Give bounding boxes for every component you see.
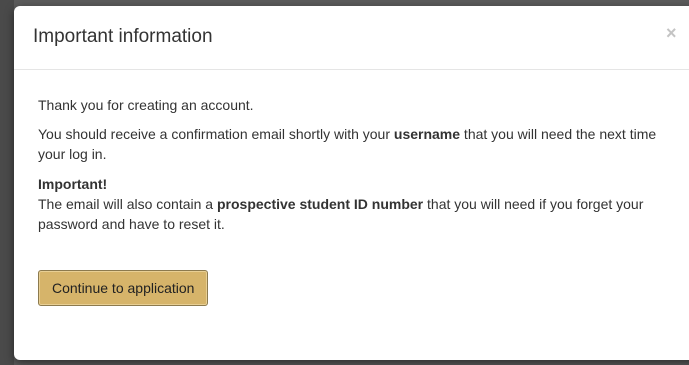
background-page-edge [0,0,14,365]
important-text-start: The email will also contain a [38,196,217,212]
confirmation-message: You should receive a confirmation email … [38,124,678,164]
thank-you-message: Thank you for creating an account. [38,97,254,113]
important-information-dialog: Important information × Thank you for cr… [14,6,689,360]
username-emphasis: username [393,126,461,142]
student-id-emphasis: prospective student ID number [216,196,424,212]
dialog-title: Important information [33,26,213,47]
dialog-body: Thank you for creating an account. You s… [14,70,678,306]
continue-to-application-button[interactable]: Continue to application [38,270,209,306]
dialog-header: Important information × [14,6,689,70]
important-heading: Important! [38,176,108,192]
confirmation-text-start: You should receive a confirmation email … [38,126,394,142]
important-notice: Important! The email will also contain a … [38,174,678,234]
close-icon[interactable]: × [666,24,677,42]
